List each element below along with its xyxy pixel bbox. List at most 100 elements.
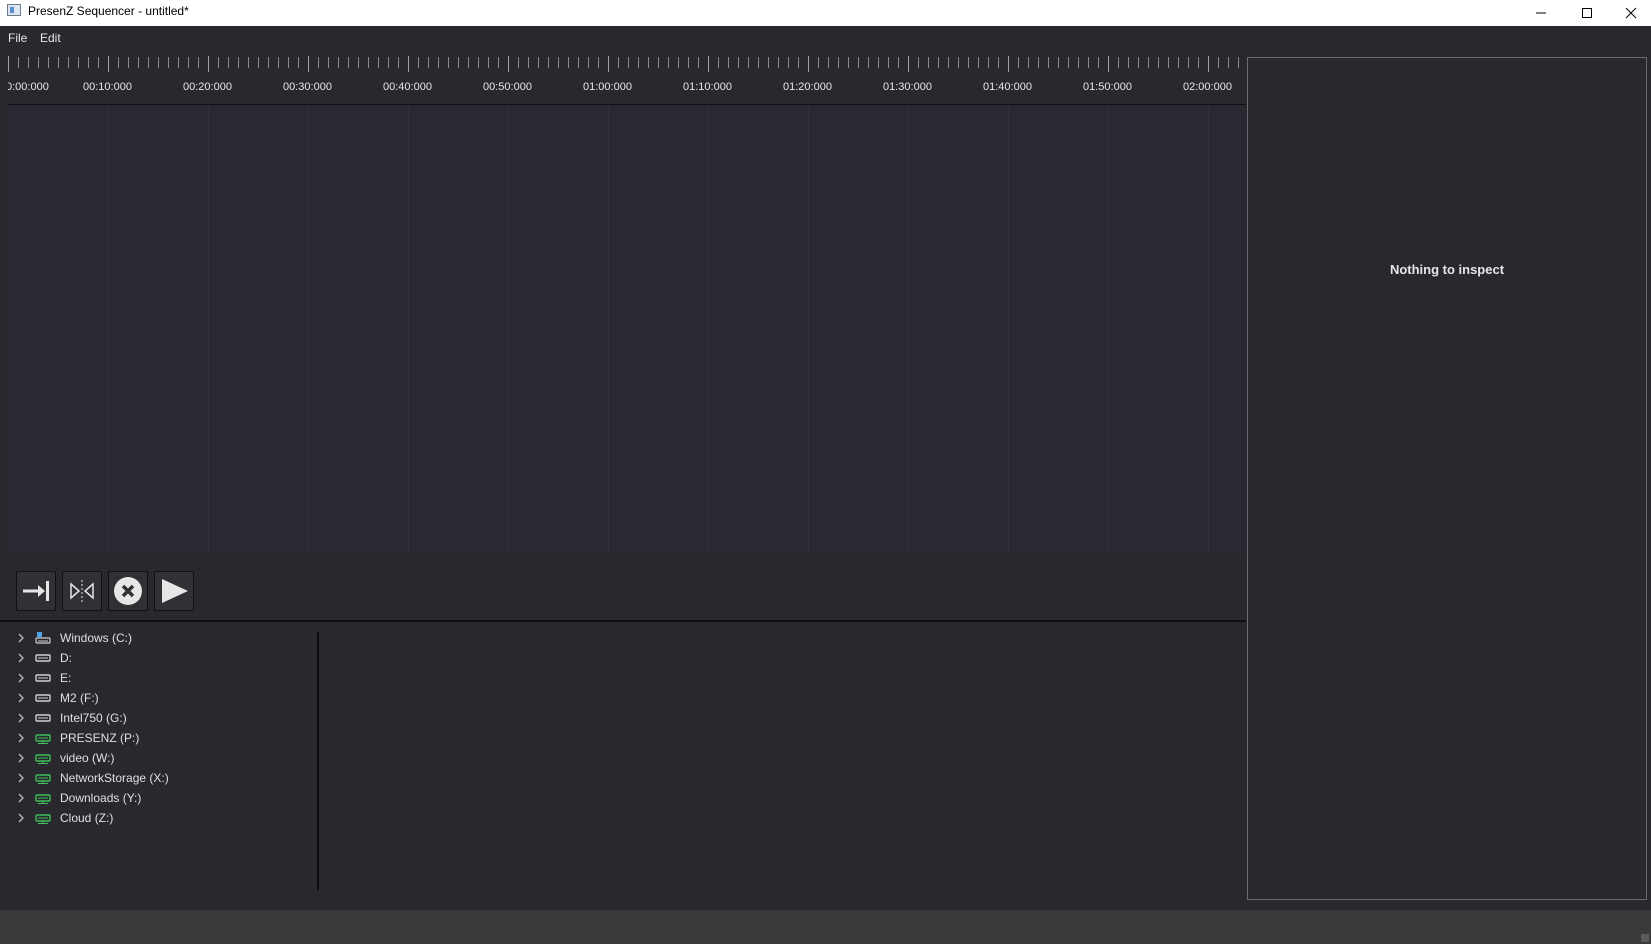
network-drive-icon bbox=[32, 811, 54, 825]
panel-divider[interactable] bbox=[0, 620, 1246, 622]
ruler-label: 01:20:000 bbox=[783, 81, 832, 93]
tree-item-label: NetworkStorage (X:) bbox=[60, 771, 169, 785]
ruler-minor-tick bbox=[958, 57, 959, 68]
ruler-minor-tick bbox=[738, 57, 739, 68]
ruler-major-tick bbox=[8, 56, 9, 72]
tree-item[interactable]: D: bbox=[10, 648, 300, 668]
ruler-minor-tick bbox=[778, 57, 779, 68]
tree-item[interactable]: Downloads (Y:) bbox=[10, 788, 300, 808]
chevron-right-icon[interactable] bbox=[10, 693, 32, 703]
ruler-minor-tick bbox=[658, 57, 659, 68]
play-button[interactable] bbox=[154, 571, 194, 611]
chevron-right-icon[interactable] bbox=[10, 773, 32, 783]
timeline-gridline bbox=[408, 106, 409, 554]
ruler-minor-tick bbox=[878, 57, 879, 68]
delete-button[interactable] bbox=[108, 571, 148, 611]
ruler-minor-tick bbox=[358, 57, 359, 68]
ruler-minor-tick bbox=[1138, 57, 1139, 68]
maximize-button[interactable] bbox=[1564, 0, 1610, 26]
menu-edit[interactable]: Edit bbox=[40, 31, 61, 45]
ruler-minor-tick bbox=[138, 57, 139, 68]
close-button[interactable] bbox=[1610, 0, 1651, 26]
ruler-label: 01:40:000 bbox=[983, 81, 1032, 93]
ruler-minor-tick bbox=[1048, 57, 1049, 68]
ruler-minor-tick bbox=[968, 57, 969, 68]
timeline-panel[interactable]: 0:00:000 00:10:000 00:20:000 00:30:000 00:40… bbox=[8, 54, 1246, 554]
browser-splitter[interactable] bbox=[317, 632, 319, 890]
chevron-right-icon[interactable] bbox=[10, 653, 32, 663]
ruler-minor-tick bbox=[1058, 57, 1059, 68]
ruler-minor-tick bbox=[638, 57, 639, 68]
network-drive-icon bbox=[32, 791, 54, 805]
ruler-minor-tick bbox=[58, 57, 59, 68]
ruler-minor-tick bbox=[438, 57, 439, 68]
chevron-right-icon[interactable] bbox=[10, 793, 32, 803]
ruler-minor-tick bbox=[68, 57, 69, 68]
track-area[interactable] bbox=[8, 106, 1246, 554]
ruler-minor-tick bbox=[418, 57, 419, 68]
tree-item[interactable]: Cloud (Z:) bbox=[10, 808, 300, 828]
chevron-right-icon[interactable] bbox=[10, 753, 32, 763]
ruler-minor-tick bbox=[348, 57, 349, 68]
chevron-right-icon[interactable] bbox=[10, 713, 32, 723]
ruler-minor-tick bbox=[938, 57, 939, 68]
ruler-minor-tick bbox=[468, 57, 469, 68]
system-drive-icon bbox=[32, 631, 54, 645]
ruler-minor-tick bbox=[368, 57, 369, 68]
ruler-minor-tick bbox=[1188, 57, 1189, 68]
split-button[interactable] bbox=[62, 571, 102, 611]
ruler-minor-tick bbox=[1068, 57, 1069, 68]
ruler-minor-tick bbox=[498, 57, 499, 68]
ruler-minor-tick bbox=[688, 57, 689, 68]
ruler-minor-tick bbox=[118, 57, 119, 68]
ruler-minor-tick bbox=[1148, 57, 1149, 68]
ruler-minor-tick bbox=[1178, 57, 1179, 68]
tree-item[interactable]: NetworkStorage (X:) bbox=[10, 768, 300, 788]
snap-to-end-button[interactable] bbox=[16, 571, 56, 611]
ruler-minor-tick bbox=[1028, 57, 1029, 68]
ruler-minor-tick bbox=[388, 57, 389, 68]
chevron-right-icon[interactable] bbox=[10, 733, 32, 743]
ruler-label: 02:00:000 bbox=[1183, 81, 1232, 93]
ruler-major-tick bbox=[308, 56, 309, 72]
inspector-panel: Nothing to inspect bbox=[1247, 57, 1647, 900]
chevron-right-icon[interactable] bbox=[10, 633, 32, 643]
ruler-minor-tick bbox=[148, 57, 149, 68]
chevron-right-icon[interactable] bbox=[10, 813, 32, 823]
ruler-minor-tick bbox=[398, 57, 399, 68]
ruler-minor-tick bbox=[288, 57, 289, 68]
tree-item[interactable]: E: bbox=[10, 668, 300, 688]
ruler-minor-tick bbox=[458, 57, 459, 68]
ruler-minor-tick bbox=[38, 57, 39, 68]
network-drive-icon bbox=[32, 751, 54, 765]
chevron-right-icon[interactable] bbox=[10, 673, 32, 683]
drive-tree[interactable]: Windows (C:) D: E: M2 (F:) Intel750 (G:) PRES… bbox=[10, 628, 316, 892]
ruler-minor-tick bbox=[248, 57, 249, 68]
ruler-major-tick bbox=[208, 56, 209, 72]
ruler-minor-tick bbox=[888, 57, 889, 68]
tree-item[interactable]: M2 (F:) bbox=[10, 688, 300, 708]
menu-file[interactable]: File bbox=[8, 31, 27, 45]
tree-item[interactable]: video (W:) bbox=[10, 748, 300, 768]
ruler-minor-tick bbox=[748, 57, 749, 68]
ruler-minor-tick bbox=[598, 57, 599, 68]
ruler-minor-tick bbox=[128, 57, 129, 68]
ruler-major-tick bbox=[808, 56, 809, 72]
minimize-button[interactable] bbox=[1518, 0, 1564, 26]
ruler-minor-tick bbox=[1158, 57, 1159, 68]
ruler-minor-tick bbox=[1238, 57, 1239, 68]
ruler-minor-tick bbox=[198, 57, 199, 68]
tree-item[interactable]: Windows (C:) bbox=[10, 628, 300, 648]
tree-item[interactable]: Intel750 (G:) bbox=[10, 708, 300, 728]
resize-grip-icon[interactable] bbox=[1641, 934, 1649, 942]
ruler-label: 01:30:000 bbox=[883, 81, 932, 93]
ruler-minor-tick bbox=[518, 57, 519, 68]
ruler-minor-tick bbox=[1228, 57, 1229, 68]
ruler-minor-tick bbox=[1168, 57, 1169, 68]
close-icon bbox=[1625, 7, 1636, 19]
time-ruler[interactable]: 0:00:000 00:10:000 00:20:000 00:30:000 00:40… bbox=[8, 54, 1246, 105]
tree-item-label: video (W:) bbox=[60, 751, 115, 765]
tree-item[interactable]: PRESENZ (P:) bbox=[10, 728, 300, 748]
split-icon bbox=[70, 580, 94, 602]
ruler-minor-tick bbox=[1198, 57, 1199, 68]
